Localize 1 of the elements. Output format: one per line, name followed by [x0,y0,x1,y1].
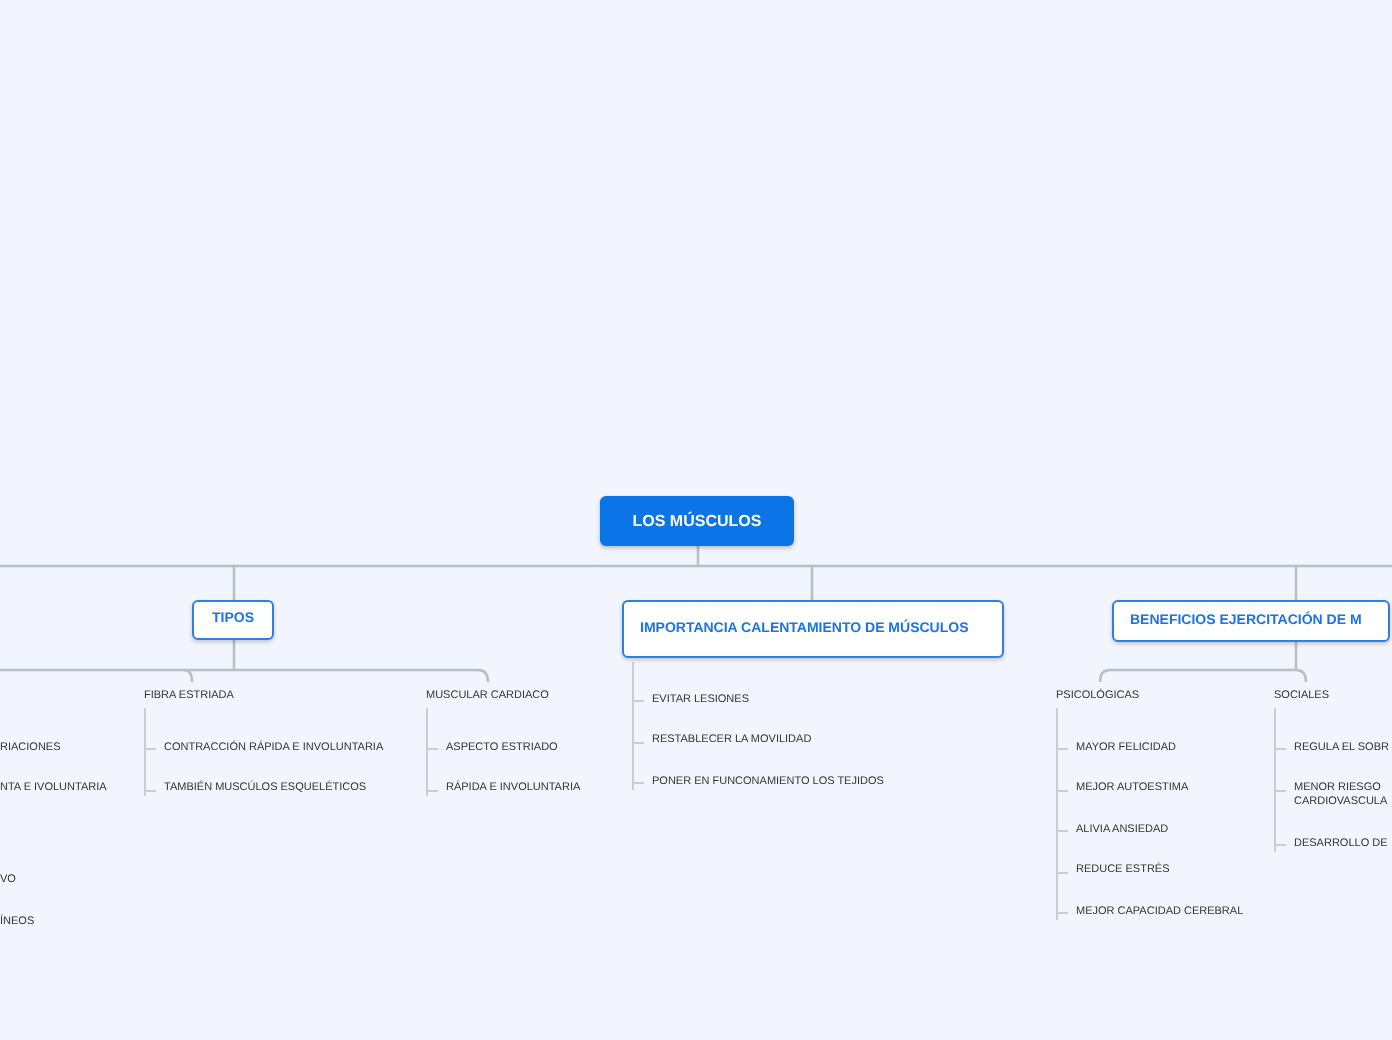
central-topic[interactable]: LOS MÚSCULOS [600,496,794,546]
